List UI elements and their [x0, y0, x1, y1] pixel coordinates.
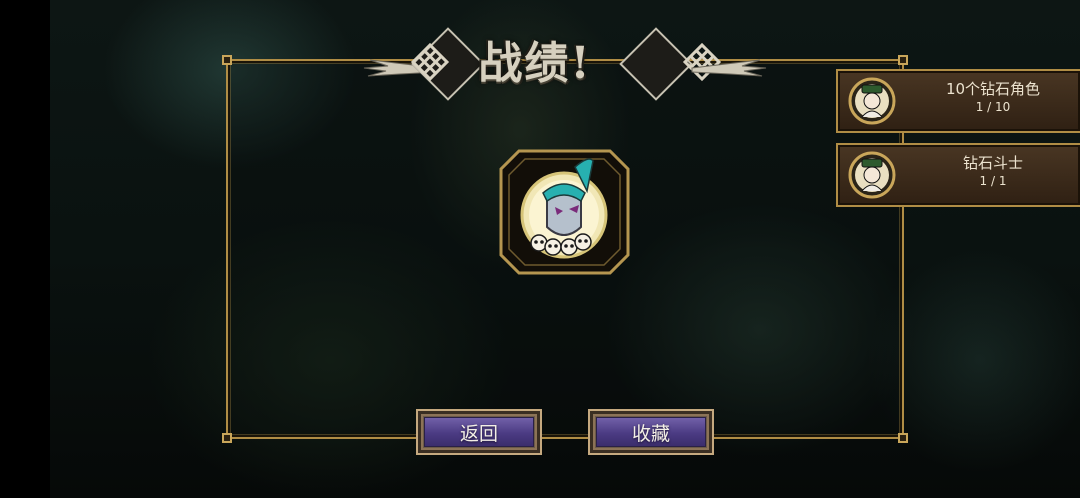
achievement-card-diamond-fighter[interactable]: 钻石斗士 1 / 1	[836, 143, 1080, 207]
skull-character-medal-icon	[499, 149, 630, 275]
panel-corner	[898, 433, 908, 443]
right-wing-icon	[691, 59, 767, 77]
achievement-card-diamond-characters[interactable]: 10个钻石角色 1 / 10	[836, 69, 1080, 133]
achievement-progress: 1 / 1	[979, 174, 1007, 188]
achievement-progress: 1 / 10	[975, 100, 1011, 114]
character-portrait-icon	[848, 151, 896, 199]
title-banner: 战绩!	[360, 27, 770, 101]
left-letterbox	[0, 0, 50, 498]
panel-corner	[222, 433, 232, 443]
back-button-label: 返回	[459, 422, 498, 445]
panel-corner	[222, 55, 232, 65]
back-button[interactable]: 返回	[416, 409, 542, 455]
panel-corner	[898, 55, 908, 65]
collect-button[interactable]: 收藏	[588, 409, 714, 455]
knot-ornament-left-icon	[410, 42, 450, 82]
achievement-name: 钻石斗士	[962, 154, 1023, 172]
collect-button-label: 收藏	[631, 422, 670, 445]
achievement-name: 10个钻石角色	[945, 80, 1041, 98]
achievement-medal[interactable]	[497, 147, 632, 277]
page-title: 战绩!	[478, 38, 592, 89]
character-portrait-icon	[848, 77, 896, 125]
